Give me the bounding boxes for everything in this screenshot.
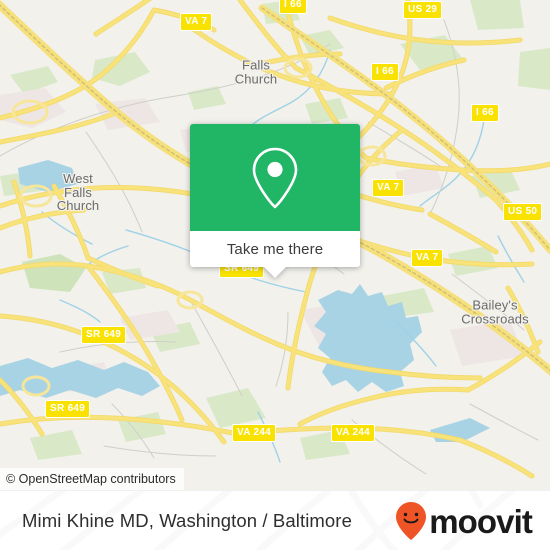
- popup-image-panel: [190, 124, 360, 231]
- location-popup-card[interactable]: Take me there: [190, 124, 360, 278]
- shield-va-244-left: VA 244: [232, 424, 277, 442]
- shield-va-244-right: VA 244: [331, 424, 376, 442]
- shield-i-66-right: I 66: [471, 104, 499, 122]
- map-canvas[interactable]: .rd { fill:none; stroke:#f8e27a; stroke-…: [0, 0, 550, 490]
- osm-attribution[interactable]: © OpenStreetMap contributors: [0, 468, 184, 490]
- page-title: Mimi Khine MD, Washington / Baltimore: [22, 510, 352, 531]
- footer-bar: Mimi Khine MD, Washington / Baltimore mo…: [0, 490, 550, 550]
- map-pin-icon: [252, 147, 298, 208]
- shield-sr-649-bottom: SR 649: [45, 400, 91, 418]
- shield-va-7-lower: VA 7: [411, 249, 444, 267]
- popup-pointer-tail: [263, 266, 287, 278]
- shield-i-66-top: I 66: [279, 0, 307, 14]
- take-me-there-label: Take me there: [226, 240, 324, 258]
- shield-va-7-right: VA 7: [372, 179, 405, 197]
- shield-va-7-top: VA 7: [180, 13, 213, 31]
- moovit-map-screenshot: .rd { fill:none; stroke:#f8e27a; stroke-…: [0, 0, 550, 550]
- moovit-wordmark: moovit: [429, 502, 533, 540]
- take-me-there-button[interactable]: Take me there: [190, 231, 360, 267]
- shield-sr-649-left: SR 649: [81, 326, 127, 344]
- moovit-brand[interactable]: moovit: [395, 491, 533, 550]
- shield-us-50-right: US 50: [503, 203, 543, 221]
- shield-i-66-mid: I 66: [371, 63, 399, 81]
- shield-us-29-top: US 29: [403, 1, 443, 19]
- moovit-smiley-pin-icon: [396, 502, 427, 540]
